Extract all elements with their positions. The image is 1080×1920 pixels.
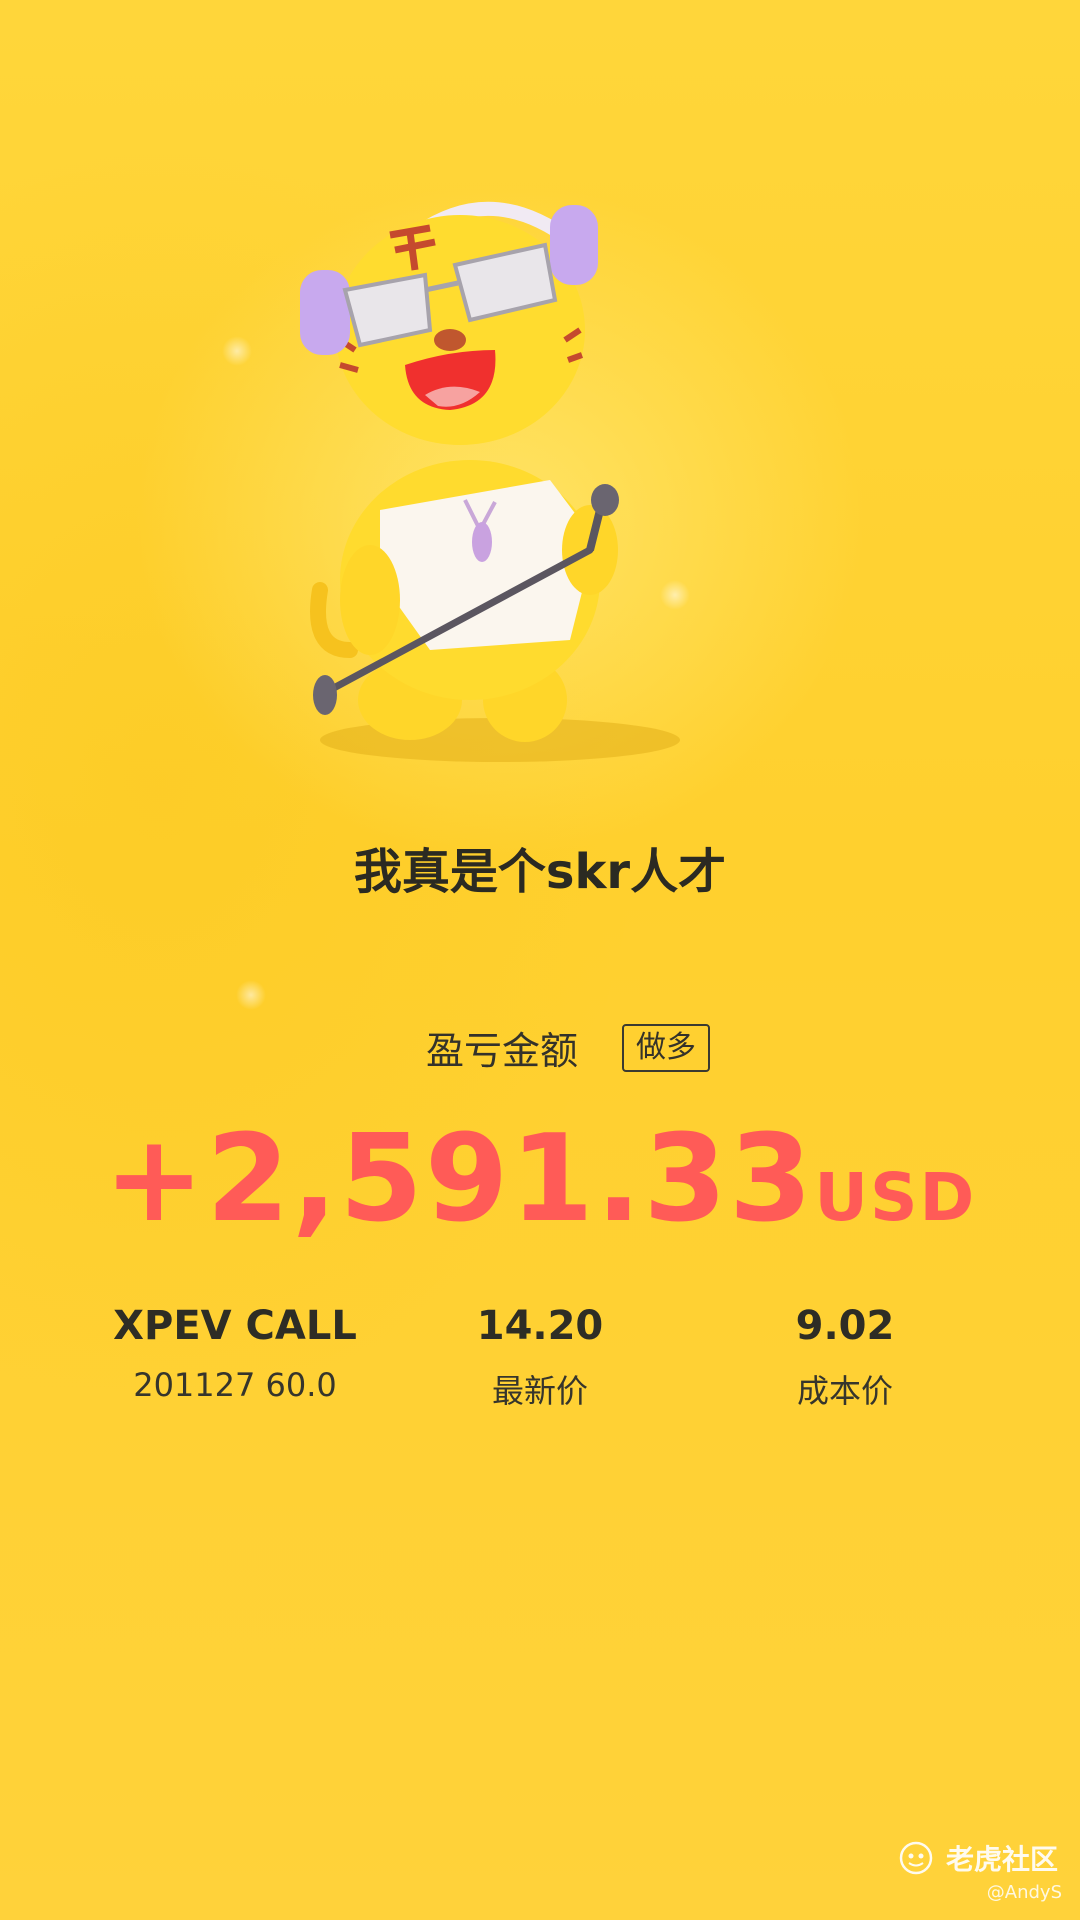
cost-price-label: 成本价 xyxy=(796,1372,893,1410)
brand-name: 老虎社区 xyxy=(945,1843,1058,1876)
pnl-amount: +2,591.33USD xyxy=(0,1110,1080,1249)
username-watermark: @AndyS xyxy=(986,1882,1062,1903)
position-symbol-block: XPEV CALL 201127 60.0 xyxy=(100,1300,370,1404)
pnl-amount-unit: USD xyxy=(814,1159,977,1236)
tiger-logo-icon xyxy=(899,1841,933,1875)
direction-badge: 做多 xyxy=(622,1023,710,1072)
cost-price-value: 9.02 xyxy=(795,1303,895,1349)
contract-text: 201127 60.0 xyxy=(133,1366,337,1404)
sparkle-decoration xyxy=(236,980,266,1010)
sparkle-decoration xyxy=(222,336,252,366)
tiger-mascot-illustration xyxy=(300,180,780,780)
achievement-headline: 我真是个skr人才 xyxy=(353,844,727,900)
pnl-label: 盈亏金额 xyxy=(425,1029,578,1073)
symbol-text: XPEV CALL xyxy=(113,1303,357,1349)
last-price-block: 14.20 最新价 xyxy=(440,1300,640,1412)
cost-price-block: 9.02 成本价 xyxy=(745,1300,945,1412)
last-price-label: 最新价 xyxy=(491,1372,588,1410)
last-price-value: 14.20 xyxy=(476,1303,604,1349)
pnl-header: 盈亏金额 做多 xyxy=(0,1020,1080,1075)
brand-watermark: 老虎社区 xyxy=(898,1838,1058,1878)
pnl-amount-value: +2,591.33 xyxy=(103,1110,815,1249)
